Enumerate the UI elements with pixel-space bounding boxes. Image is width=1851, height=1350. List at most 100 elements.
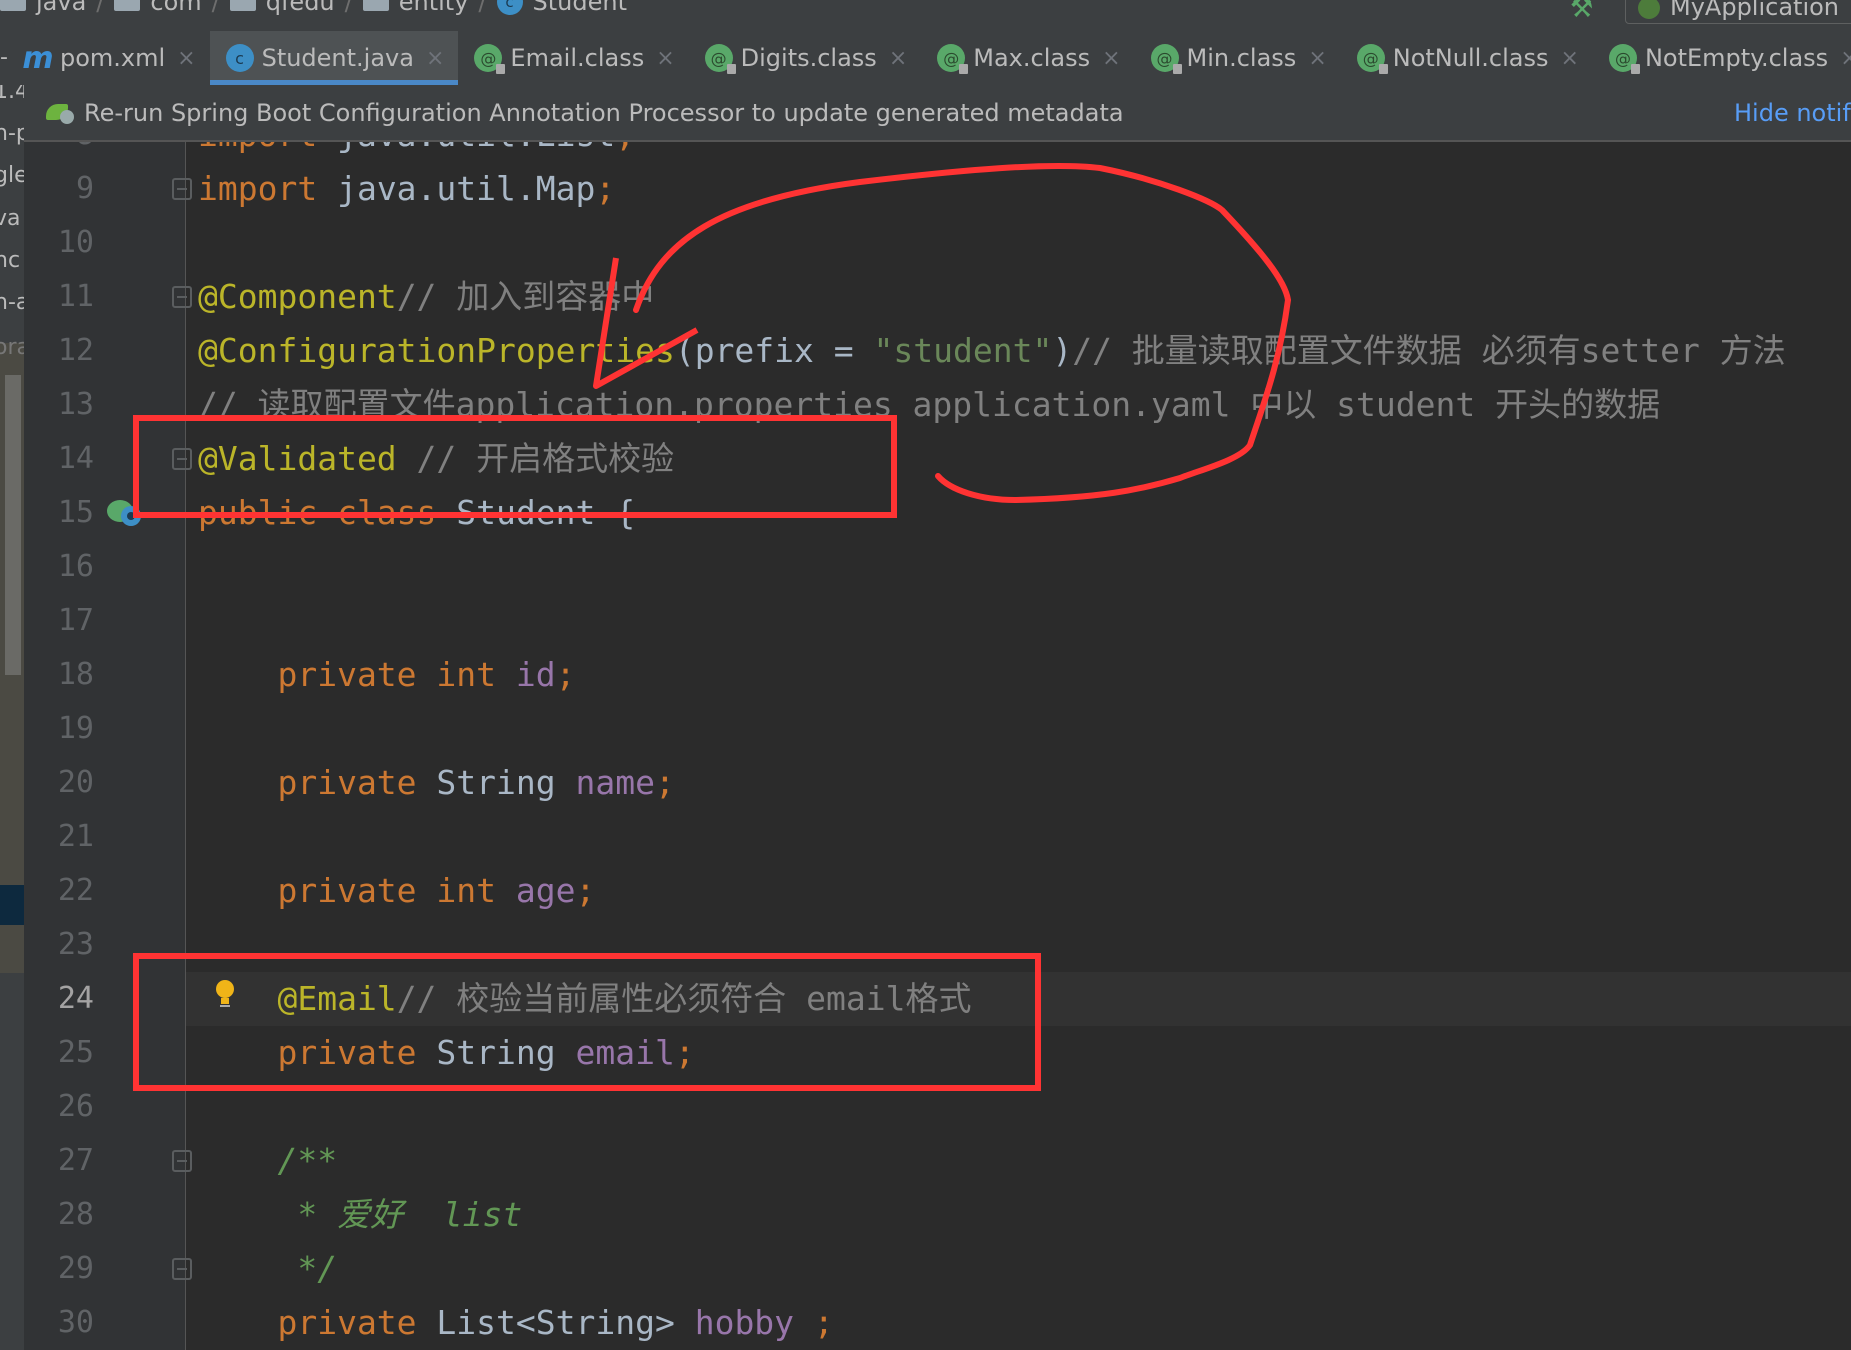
build-hammer-icon[interactable]: ⚒: [1570, 0, 1600, 24]
code-line[interactable]: private String name;: [198, 756, 674, 810]
tab-label: Email.class: [510, 44, 645, 72]
annotation-icon: @: [1608, 44, 1640, 74]
code-token: */: [198, 1249, 338, 1288]
code-line[interactable]: */: [198, 1242, 337, 1296]
tab-label: Student.java: [261, 44, 414, 72]
class-icon: c: [496, 0, 523, 15]
breadcrumb-item[interactable]: java: [36, 0, 86, 16]
code-token: @ConfigurationProperties: [198, 331, 675, 370]
breadcrumb-item[interactable]: Student: [533, 0, 627, 16]
notification-bar: Re-run Spring Boot Configuration Annotat…: [24, 85, 1851, 142]
line-number: 22: [57, 873, 94, 908]
code-token: @Email: [198, 979, 397, 1018]
code-token: ): [1052, 331, 1073, 370]
line-number: 10: [57, 225, 94, 260]
line-number: 23: [57, 927, 94, 962]
code-line[interactable]: // 读取配置文件application.properties applicat…: [198, 378, 1660, 432]
hide-notification-link[interactable]: Hide notif: [1734, 99, 1851, 127]
spring-bean-gutter-icon[interactable]: [106, 498, 144, 528]
code-token: public class: [198, 493, 457, 532]
code-token: id: [515, 655, 556, 694]
tab-label: Min.class: [1186, 44, 1297, 72]
code-line[interactable]: private String email;: [198, 1026, 694, 1080]
close-icon[interactable]: ×: [1308, 46, 1326, 71]
code-token: @Validated: [198, 439, 397, 478]
code-token: age: [515, 871, 576, 910]
code-token: import: [198, 169, 338, 208]
breadcrumb-separator: /: [344, 0, 353, 16]
code-token: // 校验当前属性必须符合 email格式: [396, 979, 972, 1018]
line-number: 12: [57, 333, 94, 368]
line-number: 30: [57, 1305, 94, 1340]
annotation-icon: @: [704, 44, 736, 74]
fold-toggle-icon[interactable]: [172, 286, 192, 308]
run-configuration-selector[interactable]: MyApplication: [1625, 0, 1851, 24]
class-icon: c: [225, 44, 254, 72]
close-icon[interactable]: ×: [1561, 46, 1579, 71]
breadcrumb: java / com / qfedu / entity / c Student ⚒ MyAppli…: [0, 0, 1851, 32]
code-line[interactable]: private int id;: [198, 648, 575, 702]
project-tree-item-fragment[interactable]: n-p: [0, 121, 24, 146]
code-token: Student {: [456, 493, 636, 532]
folder-icon: [114, 0, 141, 11]
tab-email-class[interactable]: @ Email.class ×: [458, 31, 688, 85]
line-number: 25: [57, 1035, 94, 1070]
tab-label: NotNull.class: [1392, 44, 1549, 72]
code-token: (prefix =: [674, 331, 874, 370]
spring-boot-icon: [1638, 0, 1660, 19]
tab-student-java[interactable]: c Student.java ×: [209, 31, 459, 85]
close-icon[interactable]: ×: [889, 46, 907, 71]
tab-digits-class[interactable]: @ Digits.class ×: [689, 31, 922, 85]
breadcrumb-item[interactable]: qfedu: [266, 0, 335, 16]
project-tree-item-fragment[interactable]: gle: [0, 163, 24, 188]
panel-collapse-handle[interactable]: -: [0, 31, 8, 85]
code-line[interactable]: @ConfigurationProperties(prefix = "stude…: [198, 324, 1786, 378]
project-tree-item-fragment[interactable]: ora: [0, 335, 24, 360]
tab-pom-xml[interactable]: m pom.xml ×: [8, 31, 210, 85]
close-icon[interactable]: ×: [1102, 46, 1120, 71]
code-line[interactable]: private List<String> hobby ;: [198, 1296, 834, 1350]
code-token: ;: [595, 169, 616, 208]
tab-notempty-class[interactable]: @ NotEmpty.class ×: [1593, 31, 1851, 85]
project-tree-item-fragment[interactable]: va: [0, 206, 21, 231]
code-line[interactable]: public class Student {: [198, 486, 635, 540]
code-token: private: [198, 763, 437, 802]
selected-tree-item[interactable]: [0, 885, 24, 925]
code-token: private int: [198, 871, 516, 910]
folder-icon: [229, 0, 256, 11]
close-icon[interactable]: ×: [426, 46, 444, 71]
code-token: ;: [813, 1303, 834, 1342]
code-token: String: [436, 1033, 576, 1072]
fold-toggle-icon[interactable]: [172, 448, 192, 470]
tab-label: NotEmpty.class: [1644, 44, 1829, 72]
tab-max-class[interactable]: @ Max.class ×: [921, 31, 1134, 85]
code-line[interactable]: /**: [198, 1134, 337, 1188]
line-number: 17: [57, 603, 94, 638]
tab-notnull-class[interactable]: @ NotNull.class ×: [1341, 31, 1593, 85]
close-icon[interactable]: ×: [177, 46, 195, 71]
code-line[interactable]: import java.util.Map;: [198, 162, 615, 216]
project-tree-item-fragment[interactable]: nc: [0, 248, 20, 273]
breadcrumb-item[interactable]: com: [150, 0, 201, 16]
code-token: // 读取配置文件application.properties applicat…: [198, 385, 1661, 424]
project-tree-item-fragment[interactable]: n-a: [0, 290, 24, 315]
close-icon[interactable]: ×: [1840, 46, 1851, 71]
code-token: "student": [873, 331, 1053, 370]
code-line[interactable]: private int age;: [198, 864, 595, 918]
code-line[interactable]: @Email// 校验当前属性必须符合 email格式: [198, 972, 972, 1026]
code-line[interactable]: @Validated // 开启格式校验: [198, 432, 674, 486]
code-line[interactable]: @Component// 加入到容器中: [198, 270, 654, 324]
tab-min-class[interactable]: @ Min.class ×: [1135, 31, 1341, 85]
notification-message: Re-run Spring Boot Configuration Annotat…: [84, 98, 1124, 127]
breadcrumb-item[interactable]: entity: [399, 0, 469, 16]
fold-toggle-icon[interactable]: [172, 178, 192, 200]
close-icon[interactable]: ×: [656, 46, 674, 71]
scrollbar[interactable]: [5, 375, 21, 675]
project-tree-item-fragment[interactable]: 1.4: [0, 85, 24, 104]
fold-toggle-icon[interactable]: [172, 1150, 192, 1172]
line-number: 29: [57, 1251, 94, 1286]
code-line[interactable]: * 爱好 list: [198, 1188, 522, 1242]
fold-toggle-icon[interactable]: [172, 1258, 192, 1280]
code-token: // 加入到容器中: [396, 277, 655, 316]
annotation-icon: @: [1150, 44, 1182, 74]
